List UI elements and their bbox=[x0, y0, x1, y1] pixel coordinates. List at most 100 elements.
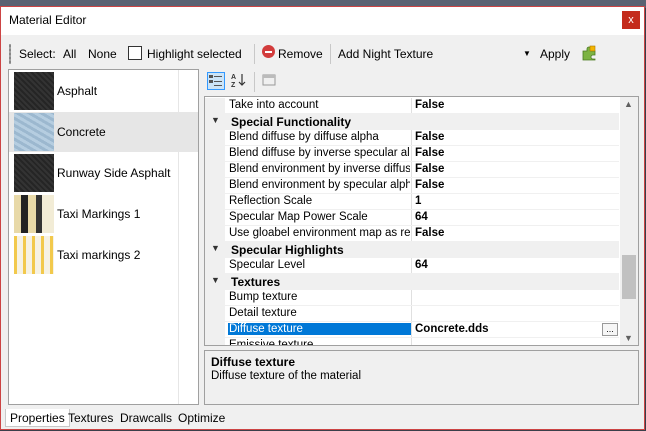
property-row[interactable]: Blend environment by specular alpha False bbox=[205, 178, 619, 194]
material-list-item[interactable]: Asphalt bbox=[9, 71, 198, 111]
row-gutter bbox=[205, 226, 225, 242]
property-name[interactable]: Specular Map Power Scale bbox=[229, 211, 410, 223]
material-list-item[interactable]: Taxi Markings 1 bbox=[9, 194, 198, 234]
puzzle-icon[interactable] bbox=[581, 45, 597, 61]
property-category[interactable]: ▼ Textures bbox=[205, 274, 619, 290]
property-row[interactable]: Use gloabel environment map as reflectio… bbox=[205, 226, 619, 242]
property-category[interactable]: ▼ Special Functionality bbox=[205, 114, 619, 130]
property-value[interactable]: 64 bbox=[415, 211, 428, 223]
property-value[interactable]: False bbox=[415, 179, 444, 191]
property-row[interactable]: Emissive texture bbox=[205, 338, 619, 345]
chevron-down-icon[interactable]: ▼ bbox=[523, 49, 531, 58]
tab-textures[interactable]: Textures bbox=[64, 409, 117, 427]
material-thumbnail bbox=[14, 154, 54, 192]
chevron-down-icon[interactable]: ▼ bbox=[211, 275, 220, 285]
scrollbar-thumb[interactable] bbox=[622, 255, 636, 299]
property-row[interactable]: Specular Level 64 bbox=[205, 258, 619, 274]
property-row[interactable]: Reflection Scale 1 bbox=[205, 194, 619, 210]
material-list-item[interactable]: Runway Side Asphalt bbox=[9, 153, 198, 193]
property-value[interactable]: False bbox=[415, 131, 444, 143]
category-name: Specular Highlights bbox=[231, 243, 344, 257]
property-value[interactable]: 1 bbox=[415, 195, 421, 207]
column-divider[interactable] bbox=[411, 162, 412, 178]
toolbar-separator bbox=[254, 44, 255, 64]
property-grid[interactable]: Take into account False ▼ Special Functiona… bbox=[204, 96, 639, 346]
bottom-tabs: Properties Textures Drawcalls Optimize bbox=[1, 407, 644, 429]
column-divider[interactable] bbox=[411, 306, 412, 322]
property-name[interactable]: Blend environment by specular alpha bbox=[229, 179, 410, 191]
tab-drawcalls[interactable]: Drawcalls bbox=[116, 409, 176, 427]
highlight-selected-checkbox[interactable] bbox=[128, 46, 142, 60]
properties-pane: AZ Take into account False ▼ Special Functi… bbox=[204, 69, 639, 405]
property-name[interactable]: Detail texture bbox=[229, 307, 410, 319]
row-gutter bbox=[205, 258, 225, 274]
property-toolbar: AZ bbox=[204, 69, 639, 95]
tab-optimize[interactable]: Optimize bbox=[174, 409, 229, 427]
property-category[interactable]: ▼ Specular Highlights bbox=[205, 242, 619, 258]
property-value[interactable]: False bbox=[415, 99, 444, 111]
property-name[interactable]: Reflection Scale bbox=[229, 195, 410, 207]
property-value[interactable]: Concrete.dds bbox=[415, 323, 489, 335]
property-row[interactable]: Blend environment by inverse diffuse alp… bbox=[205, 162, 619, 178]
property-name[interactable]: Specular Level bbox=[229, 259, 410, 271]
scroll-up-icon[interactable]: ▲ bbox=[624, 99, 633, 109]
titlebar: Material Editor x bbox=[1, 7, 644, 35]
column-divider[interactable] bbox=[411, 322, 412, 338]
material-label: Runway Side Asphalt bbox=[57, 166, 171, 180]
remove-button[interactable]: Remove bbox=[278, 47, 323, 61]
remove-icon[interactable] bbox=[262, 45, 275, 58]
close-button[interactable]: x bbox=[622, 11, 640, 29]
property-value[interactable]: False bbox=[415, 227, 444, 239]
chevron-down-icon[interactable]: ▼ bbox=[211, 243, 220, 253]
browse-button[interactable]: ... bbox=[602, 323, 618, 336]
property-row[interactable]: Specular Map Power Scale 64 bbox=[205, 210, 619, 226]
property-row[interactable]: Blend diffuse by diffuse alpha False bbox=[205, 130, 619, 146]
property-pages-icon[interactable] bbox=[261, 72, 279, 90]
column-divider[interactable] bbox=[411, 226, 412, 242]
property-name[interactable]: Blend diffuse by inverse specular alpha bbox=[229, 147, 410, 159]
property-row[interactable]: Bump texture bbox=[205, 290, 619, 306]
material-list-item[interactable]: Taxi markings 2 bbox=[9, 235, 198, 275]
scroll-down-icon[interactable]: ▼ bbox=[624, 333, 633, 343]
column-divider[interactable] bbox=[411, 194, 412, 210]
column-divider[interactable] bbox=[411, 146, 412, 162]
property-value[interactable]: False bbox=[415, 147, 444, 159]
property-row[interactable]: Take into account False bbox=[205, 98, 619, 114]
property-name[interactable]: Use gloabel environment map as reflectio… bbox=[229, 227, 410, 239]
property-name[interactable]: Take into account bbox=[229, 99, 410, 111]
column-divider[interactable] bbox=[411, 338, 412, 345]
select-none-button[interactable]: None bbox=[88, 47, 117, 61]
description-title: Diffuse texture bbox=[211, 355, 296, 369]
categorized-view-icon[interactable] bbox=[207, 72, 225, 90]
column-divider[interactable] bbox=[411, 210, 412, 226]
property-name[interactable]: Blend environment by inverse diffuse alp… bbox=[229, 163, 410, 175]
tab-properties[interactable]: Properties bbox=[5, 409, 70, 427]
material-thumbnail bbox=[14, 195, 54, 233]
property-name[interactable]: Diffuse texture bbox=[228, 323, 412, 335]
property-name[interactable]: Bump texture bbox=[229, 291, 410, 303]
chevron-down-icon[interactable]: ▼ bbox=[211, 115, 220, 125]
night-texture-dropdown[interactable]: Add Night Texture bbox=[338, 47, 433, 61]
select-all-button[interactable]: All bbox=[63, 47, 76, 61]
apply-button[interactable]: Apply bbox=[540, 47, 570, 61]
property-value[interactable]: 64 bbox=[415, 259, 428, 271]
property-name[interactable]: Emissive texture bbox=[229, 339, 410, 345]
toolbar-grip[interactable] bbox=[9, 44, 11, 64]
row-gutter bbox=[205, 194, 225, 210]
column-divider[interactable] bbox=[411, 290, 412, 306]
highlight-selected-label[interactable]: Highlight selected bbox=[147, 47, 242, 61]
column-divider[interactable] bbox=[411, 130, 412, 146]
property-value[interactable]: False bbox=[415, 163, 444, 175]
property-row[interactable]: Diffuse texture Concrete.dds... bbox=[205, 322, 619, 338]
property-name[interactable]: Blend diffuse by diffuse alpha bbox=[229, 131, 410, 143]
window-title: Material Editor bbox=[9, 13, 87, 27]
column-divider[interactable] bbox=[411, 178, 412, 194]
column-divider[interactable] bbox=[411, 98, 412, 114]
material-list[interactable]: Asphalt Concrete Runway Side Asphalt Taxi M… bbox=[8, 69, 199, 405]
column-divider[interactable] bbox=[411, 258, 412, 274]
material-list-item[interactable]: Concrete bbox=[9, 112, 198, 152]
grid-scrollbar[interactable]: ▲ ▼ bbox=[620, 97, 638, 345]
alphabetical-sort-icon[interactable]: AZ bbox=[231, 72, 249, 90]
property-row[interactable]: Blend diffuse by inverse specular alpha F… bbox=[205, 146, 619, 162]
property-row[interactable]: Detail texture bbox=[205, 306, 619, 322]
